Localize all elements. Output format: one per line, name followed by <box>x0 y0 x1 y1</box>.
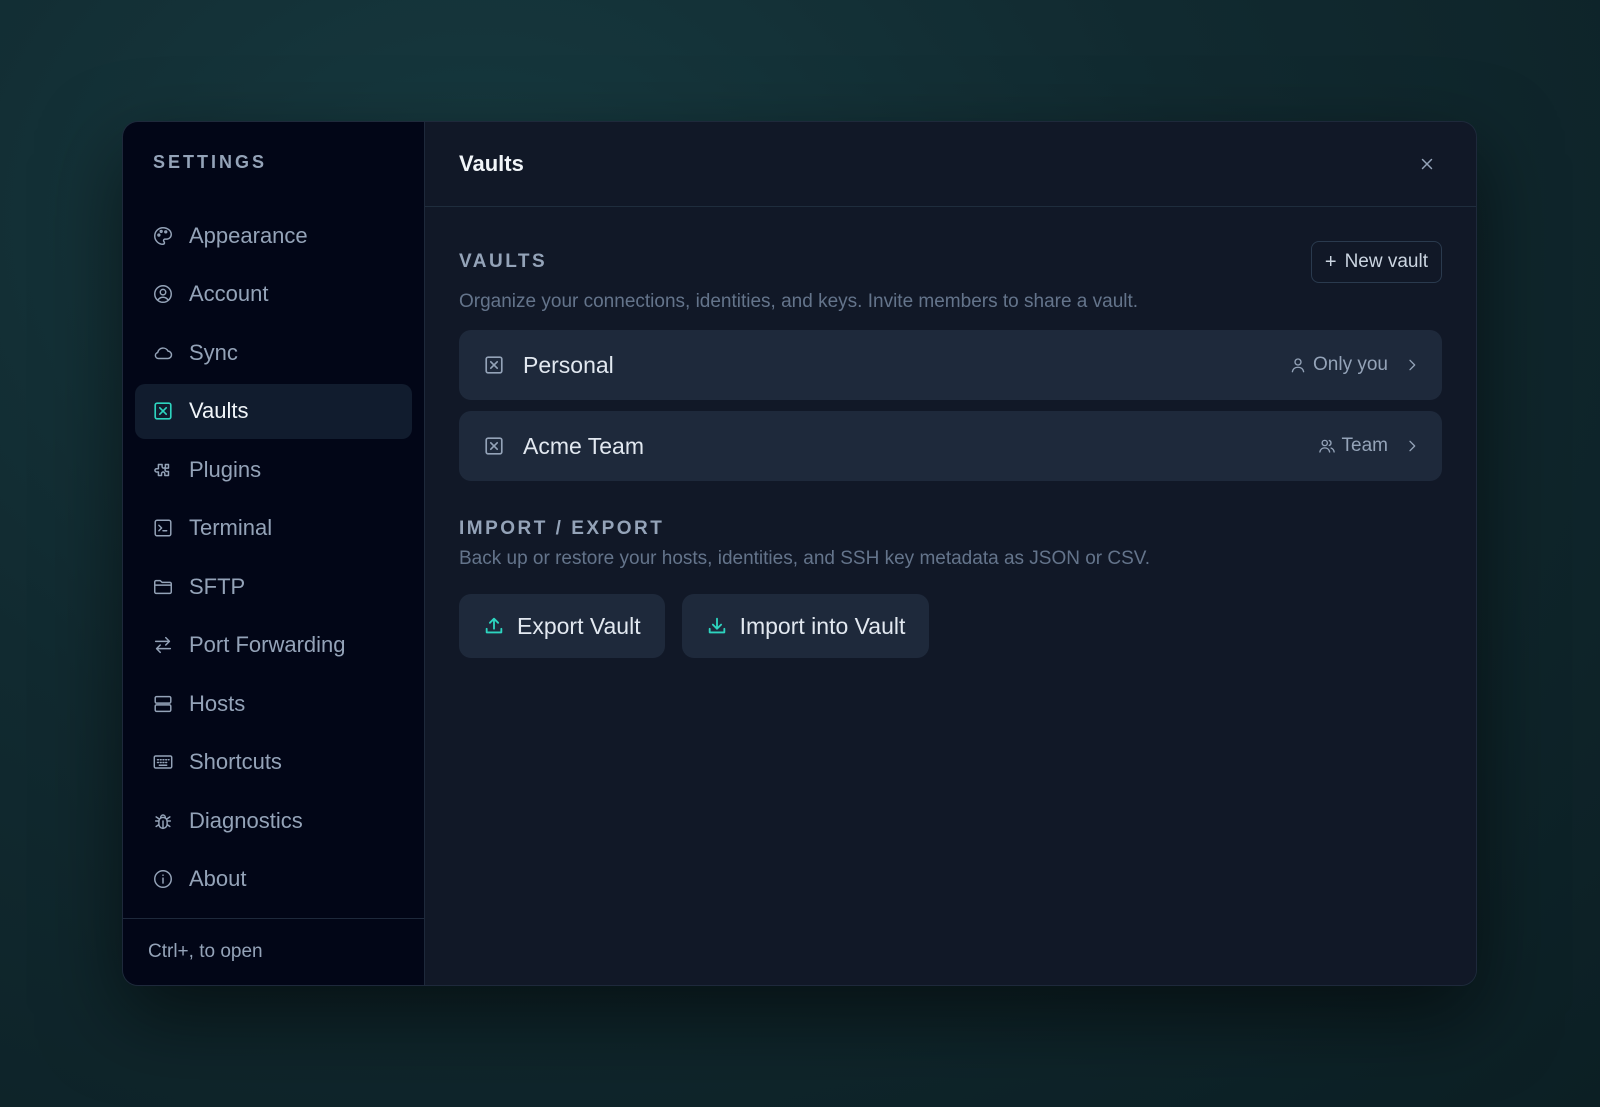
import-export-title: IMPORT / EXPORT <box>459 518 665 539</box>
settings-modal: SETTINGS Appearance Account Sync Vaults … <box>122 121 1477 986</box>
terminal-icon <box>152 517 174 539</box>
sidebar-item-label: Appearance <box>189 222 308 248</box>
sidebar-item-account[interactable]: Account <box>135 267 412 322</box>
vault-name: Personal <box>523 351 614 378</box>
sidebar-item-about[interactable]: About <box>135 852 412 907</box>
import-vault-button[interactable]: Import into Vault <box>681 594 930 658</box>
vault-row-acme-team[interactable]: Acme Team Team <box>459 411 1442 481</box>
vault-icon <box>483 435 505 457</box>
import-export-description: Back up or restore your hosts, identitie… <box>459 548 1151 569</box>
sidebar-item-label: Hosts <box>189 690 246 716</box>
users-icon <box>1318 439 1335 453</box>
upload-icon <box>483 615 505 637</box>
page-title: Vaults <box>459 151 524 176</box>
server-icon <box>152 693 174 715</box>
download-icon <box>706 615 728 637</box>
sidebar-item-label: Vaults <box>189 398 249 423</box>
sidebar-nav: Appearance Account Sync Vaults Plugins T… <box>123 208 424 910</box>
close-button[interactable] <box>1412 149 1442 179</box>
vaults-section-header: VAULTS + New vault <box>459 241 1442 283</box>
settings-main-panel: Vaults VAULTS + New vault Organize your … <box>425 122 1476 985</box>
sidebar-item-label: Shortcuts <box>189 749 282 774</box>
vault-row-personal[interactable]: Personal Only you <box>459 330 1442 400</box>
sidebar-item-label: Diagnostics <box>189 807 303 833</box>
sidebar-footer-hint: Ctrl+, to open <box>123 918 424 985</box>
vault-scope-label: Only you <box>1313 354 1388 375</box>
sidebar-item-hosts[interactable]: Hosts <box>135 676 412 731</box>
sidebar-item-diagnostics[interactable]: Diagnostics <box>135 793 412 848</box>
sidebar-title: SETTINGS <box>153 152 268 172</box>
palette-icon <box>152 225 174 247</box>
chevron-right-icon <box>1404 357 1420 373</box>
vault-scope-label: Team <box>1341 435 1388 456</box>
sidebar-item-label: About <box>189 866 247 891</box>
plus-icon: + <box>1324 250 1337 273</box>
vault-scope: Only you <box>1289 354 1388 376</box>
sidebar-item-vaults[interactable]: Vaults <box>135 383 412 439</box>
user-circle-icon <box>152 283 174 305</box>
keyboard-icon <box>152 751 174 773</box>
vault-icon <box>483 354 505 376</box>
new-vault-label: New vault <box>1344 251 1428 272</box>
puzzle-icon <box>152 459 174 481</box>
arrows-exchange-icon <box>152 634 174 656</box>
sidebar-item-label: SFTP <box>189 573 246 599</box>
sidebar-item-appearance[interactable]: Appearance <box>135 208 412 263</box>
export-vault-button[interactable]: Export Vault <box>459 594 665 658</box>
vault-name: Acme Team <box>523 432 645 459</box>
vaults-section-description: Organize your connections, identities, a… <box>459 291 1139 312</box>
sidebar-item-label: Plugins <box>189 456 262 482</box>
vaults-section-title: VAULTS <box>459 251 548 272</box>
main-header: Vaults <box>425 122 1476 207</box>
chevron-right-icon <box>1404 438 1420 454</box>
user-icon <box>1291 358 1305 373</box>
export-vault-label: Export Vault <box>517 612 641 639</box>
import-export-actions: Export Vault Import into Vault <box>459 594 1442 658</box>
cloud-icon <box>152 342 174 364</box>
import-vault-label: Import into Vault <box>739 612 906 639</box>
sidebar-item-label: Sync <box>189 339 238 365</box>
sidebar-item-sync[interactable]: Sync <box>135 325 412 380</box>
vault-icon <box>152 400 174 422</box>
settings-sidebar: SETTINGS Appearance Account Sync Vaults … <box>123 122 425 985</box>
close-icon <box>1421 158 1433 170</box>
new-vault-button[interactable]: + New vault <box>1310 241 1442 283</box>
bug-icon <box>152 810 174 832</box>
sidebar-item-terminal[interactable]: Terminal <box>135 501 412 556</box>
vault-scope: Team <box>1318 435 1388 457</box>
sidebar-item-plugins[interactable]: Plugins <box>135 442 412 497</box>
sidebar-item-label: Account <box>189 281 269 306</box>
info-icon <box>152 868 174 890</box>
sidebar-item-shortcuts[interactable]: Shortcuts <box>135 735 412 790</box>
vault-list: Personal Only you Acme Team Team <box>459 330 1442 481</box>
import-export-section: IMPORT / EXPORT Back up or restore your … <box>459 518 1442 658</box>
sidebar-item-label: Port Forwarding <box>189 632 346 657</box>
folder-icon <box>152 576 174 598</box>
sidebar-item-port-forwarding[interactable]: Port Forwarding <box>135 618 412 673</box>
sidebar-item-sftp[interactable]: SFTP <box>135 559 412 614</box>
sidebar-item-label: Terminal <box>189 515 273 540</box>
main-content: VAULTS + New vault Organize your connect… <box>425 241 1476 658</box>
